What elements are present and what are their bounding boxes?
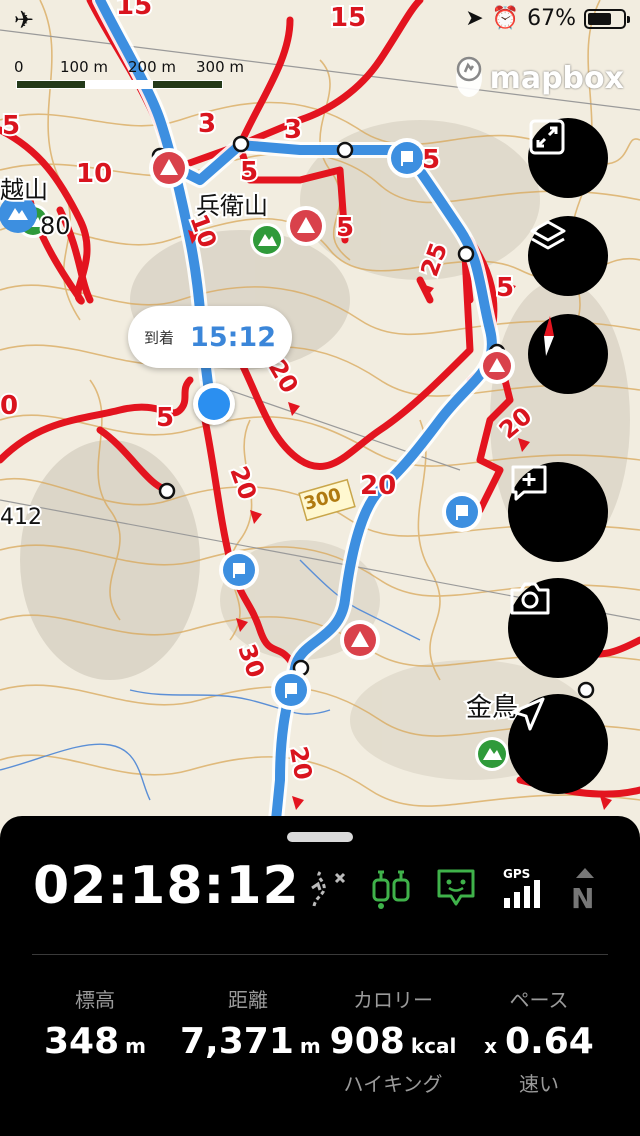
tracking-panel[interactable]: 02:18:12 GPS N 標高 348 m 距離 7,371 m カロリー 90… — [0, 816, 640, 1136]
stat-sub: 速い — [519, 1072, 559, 1096]
trail-number: 3 — [284, 115, 302, 145]
trail-number: 20 — [284, 744, 317, 782]
frame-icon — [529, 119, 565, 155]
stat-value: 908 — [329, 1021, 405, 1062]
stat-unit: m — [299, 1034, 321, 1058]
stat-unit: m — [125, 1034, 146, 1058]
airplane-icon: ✈ — [14, 6, 35, 34]
stat-distance: 距離 7,371 m — [180, 984, 321, 1062]
elevation-label: 412 — [0, 505, 42, 530]
trail-number: 5 — [2, 111, 20, 141]
place-label: 兵衛山 — [196, 192, 268, 220]
gps-label: GPS — [503, 867, 530, 881]
battery-level — [588, 12, 611, 25]
trail-number: 3 — [198, 109, 216, 139]
camera-icon — [510, 582, 550, 615]
drag-handle[interactable] — [287, 832, 353, 842]
stat-value: 0.64 — [505, 1021, 594, 1062]
navigation-arrow-icon — [511, 697, 545, 731]
elapsed-time: 02:18:12 — [33, 856, 300, 916]
stat-value: 348 — [44, 1021, 120, 1062]
layout-button[interactable] — [528, 118, 608, 198]
stat-label: 距離 — [228, 988, 268, 1012]
mapbox-logo-icon — [456, 56, 482, 97]
arrival-time: 15:12 — [190, 321, 276, 353]
trail-number: 5 — [496, 273, 514, 303]
north-icon[interactable]: N — [568, 866, 602, 915]
add-note-button[interactable] — [508, 462, 608, 562]
camera-button[interactable] — [508, 578, 608, 678]
location-arrow-icon: ➤ — [465, 6, 484, 31]
status-icons: GPS N — [306, 866, 606, 916]
hikers-icon[interactable] — [370, 866, 414, 914]
mapbox-attribution[interactable]: mapbox — [456, 56, 624, 100]
trail-number: 5 — [156, 403, 174, 433]
battery-icon — [584, 8, 630, 29]
stat-label: 標高 — [75, 988, 115, 1012]
mapbox-logo-text: mapbox — [489, 60, 624, 96]
current-location-dot — [193, 383, 235, 425]
add-note-icon — [511, 465, 547, 501]
layers-icon — [530, 220, 566, 250]
divider — [32, 954, 608, 955]
stat-unit: kcal — [410, 1034, 457, 1058]
compass-button[interactable] — [528, 314, 608, 394]
layers-button[interactable] — [528, 216, 608, 296]
stat-pace: ペース x 0.64 速い — [478, 984, 600, 1097]
stat-prefix: x — [484, 1034, 498, 1058]
compass-icon — [544, 316, 554, 356]
battery-percent: 67% — [527, 6, 576, 31]
stat-calories: カロリー 908 kcal ハイキング — [322, 984, 464, 1097]
route-off-icon[interactable] — [306, 866, 350, 914]
trail-number: 5 — [422, 145, 440, 175]
stat-value: 7,371 — [180, 1021, 294, 1062]
north-label: N — [571, 882, 594, 910]
trail-number: 10 — [76, 159, 112, 189]
arrival-callout[interactable]: 到着 15:12 — [128, 306, 292, 368]
chat-icon[interactable] — [436, 866, 476, 914]
scale-label: 300 m — [196, 58, 245, 76]
alarm-icon: ⏰ — [491, 6, 520, 31]
status-bar: ✈ ➤ ⏰ 67% — [0, 0, 640, 40]
gps-signal-icon: GPS — [502, 866, 542, 914]
stat-label: カロリー — [353, 988, 433, 1012]
trail-number: 20 — [360, 471, 396, 501]
place-label: 80 — [40, 212, 71, 240]
navigate-button[interactable] — [508, 694, 608, 794]
scale-label: 200 m — [128, 58, 177, 76]
map-view[interactable]: 15 15 3 3 5 5 10 10 5 25 5 5 20 20 20 20 30 20 5 0 412 越山 80 兵衛… — [0, 0, 640, 830]
arrival-label: 到着 — [144, 328, 175, 347]
trail-number: 0 — [0, 391, 18, 421]
scale-label: 100 m — [60, 58, 109, 76]
scale-label: 0 — [14, 58, 24, 76]
scale-bar — [16, 80, 223, 89]
trail-number: 5 — [240, 157, 258, 187]
stat-elevation: 標高 348 m — [40, 984, 150, 1062]
stat-sub: ハイキング — [343, 1072, 443, 1096]
stat-label: ペース — [509, 988, 569, 1012]
trail-number: 5 — [336, 213, 354, 243]
map-scale: 0 100 m 200 m 300 m — [14, 58, 254, 94]
place-label: 越山 — [0, 176, 48, 204]
